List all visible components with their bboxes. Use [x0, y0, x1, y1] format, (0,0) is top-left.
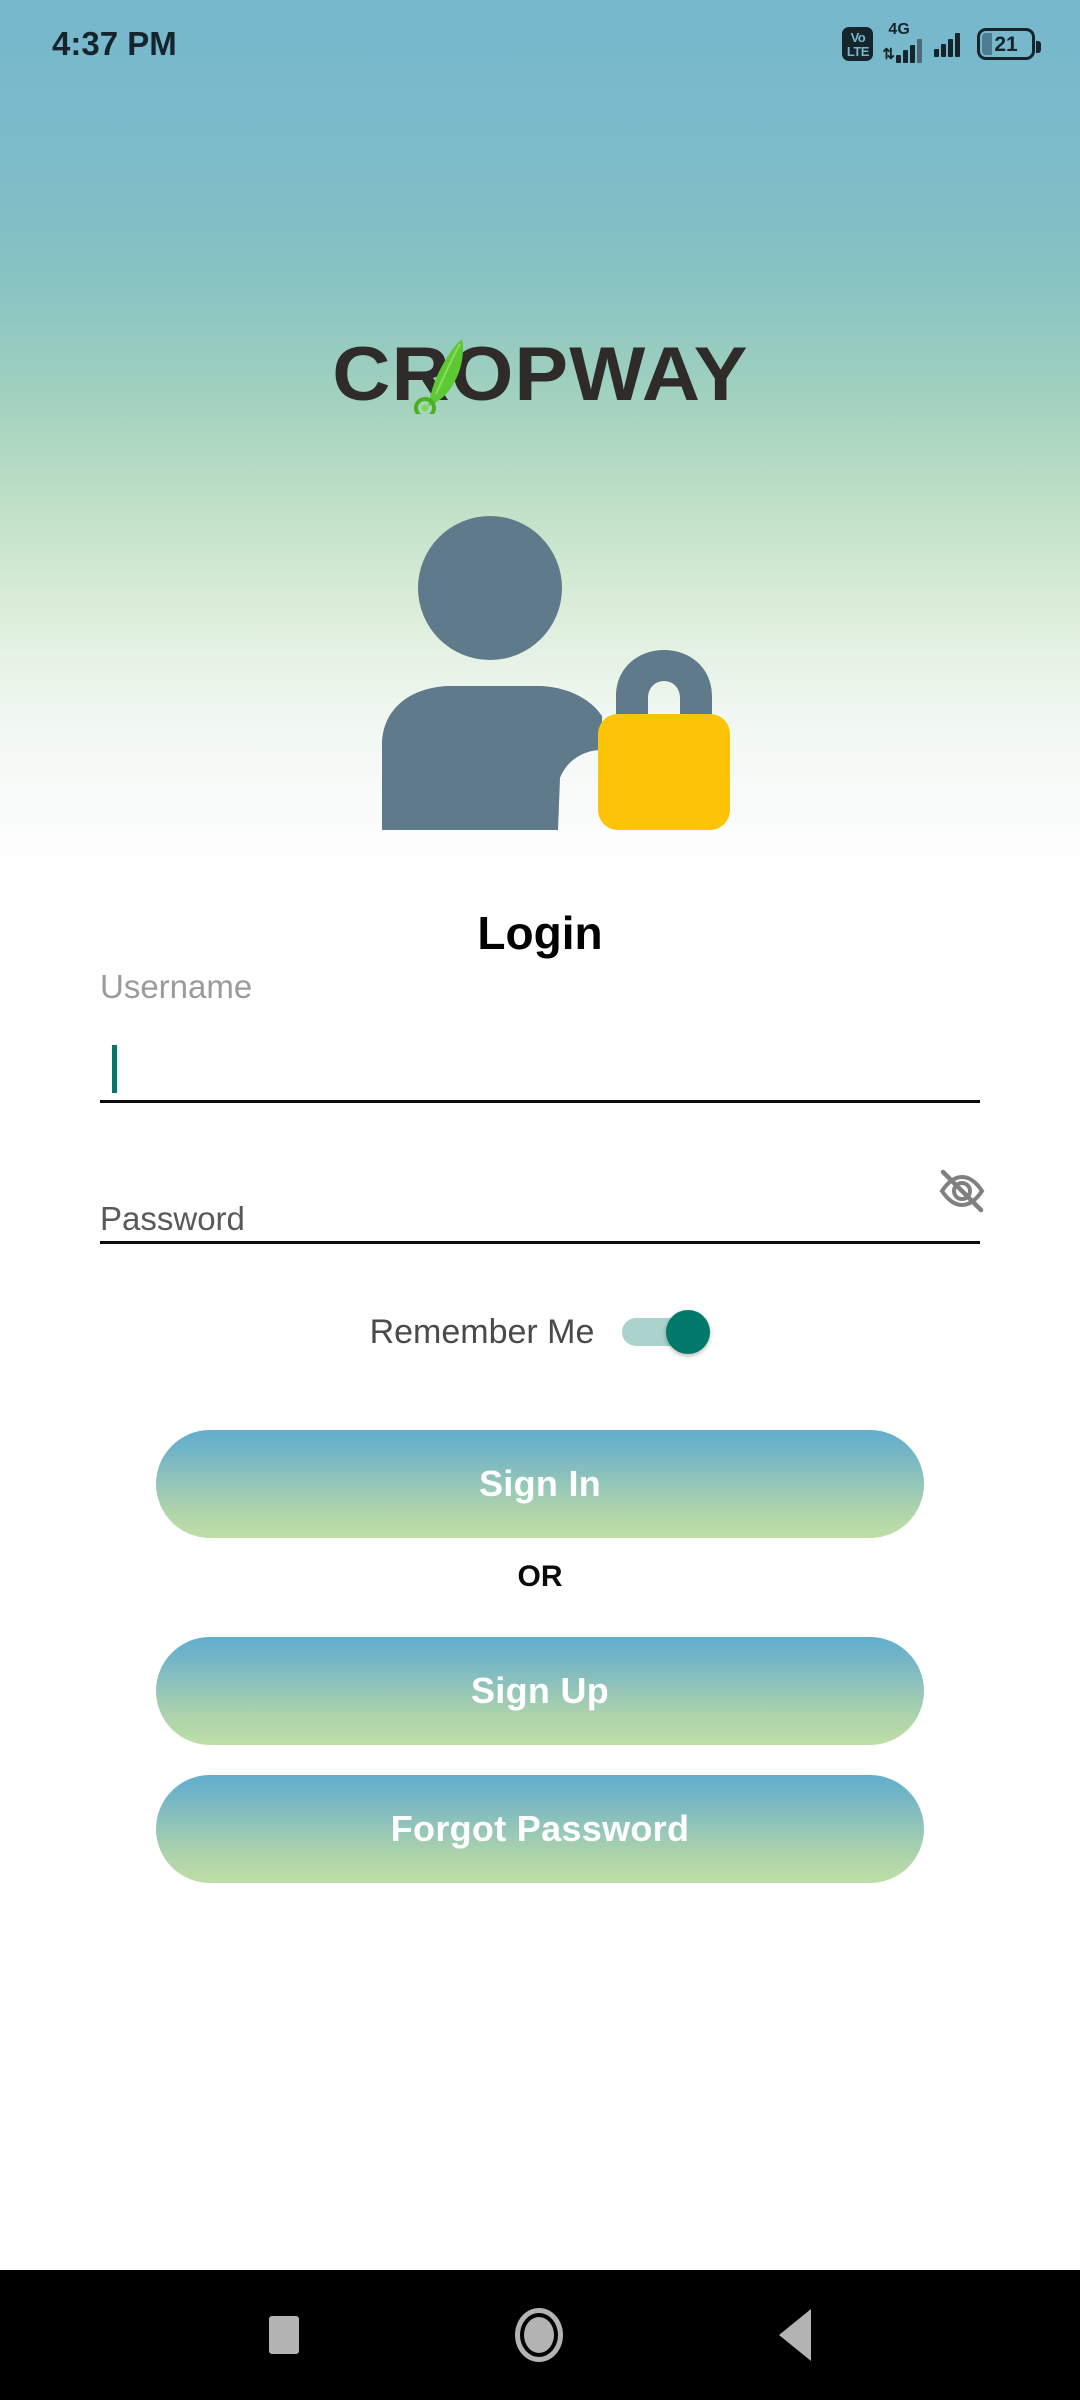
forgot-password-button[interactable]: Forgot Password [156, 1775, 924, 1883]
user-lock-icon [382, 516, 730, 830]
password-field-group: Password [100, 1169, 985, 1244]
volte-icon: Vo LTE [842, 27, 874, 61]
or-divider-label: OR [517, 1560, 563, 1593]
remember-me-row[interactable]: Remember Me [0, 1310, 1080, 1354]
back-triangle-icon[interactable] [779, 2309, 811, 2361]
toggle-thumb [666, 1310, 711, 1354]
username-input[interactable] [100, 1041, 980, 1103]
status-icons: Vo LTE 4G ⇅ 21 [842, 21, 1041, 63]
volte-top-label: Vo [850, 29, 866, 45]
sign-in-button[interactable]: Sign In [156, 1430, 924, 1538]
app-logo-text: CROPWAY [331, 332, 749, 417]
eye-off-icon[interactable] [934, 1163, 990, 1219]
username-label: Username [100, 968, 253, 1005]
data-transfer-icon: ⇅ [882, 46, 895, 63]
network-type-label: 4G [888, 21, 910, 38]
password-placeholder: Password [100, 1200, 245, 1237]
remember-me-label: Remember Me [369, 1313, 595, 1351]
page-title: Login [477, 907, 603, 959]
status-time: 4:37 PM [52, 25, 177, 62]
home-circle-icon[interactable] [515, 2308, 563, 2362]
password-underline [100, 1241, 980, 1244]
sign-up-button[interactable]: Sign Up [156, 1637, 924, 1745]
username-field-group: Username [100, 970, 980, 1103]
signal-bars-secondary-icon [934, 31, 960, 57]
remember-me-toggle[interactable] [622, 1310, 711, 1354]
login-screen: 4:37 PM Vo LTE 4G ⇅ 21 CROPWAY Login Use… [0, 0, 1080, 2400]
avatar-head-shape [418, 516, 562, 660]
signal-group-primary: 4G ⇅ [882, 21, 922, 63]
app-logo: CROPWAY [0, 330, 1080, 420]
padlock-body [598, 714, 730, 830]
battery-percent-label: 21 [994, 32, 1018, 56]
volte-bottom-label: LTE [846, 43, 870, 59]
text-caret [112, 1045, 117, 1093]
android-navigation-bar [0, 2270, 1080, 2400]
password-input[interactable]: Password [100, 1169, 985, 1241]
status-bar: 4:37 PM Vo LTE 4G ⇅ 21 [0, 0, 1080, 84]
signal-bars-icon [896, 37, 922, 63]
battery-icon: 21 [977, 28, 1041, 60]
recents-square-icon[interactable] [269, 2316, 299, 2354]
user-lock-illustration [0, 500, 1080, 850]
